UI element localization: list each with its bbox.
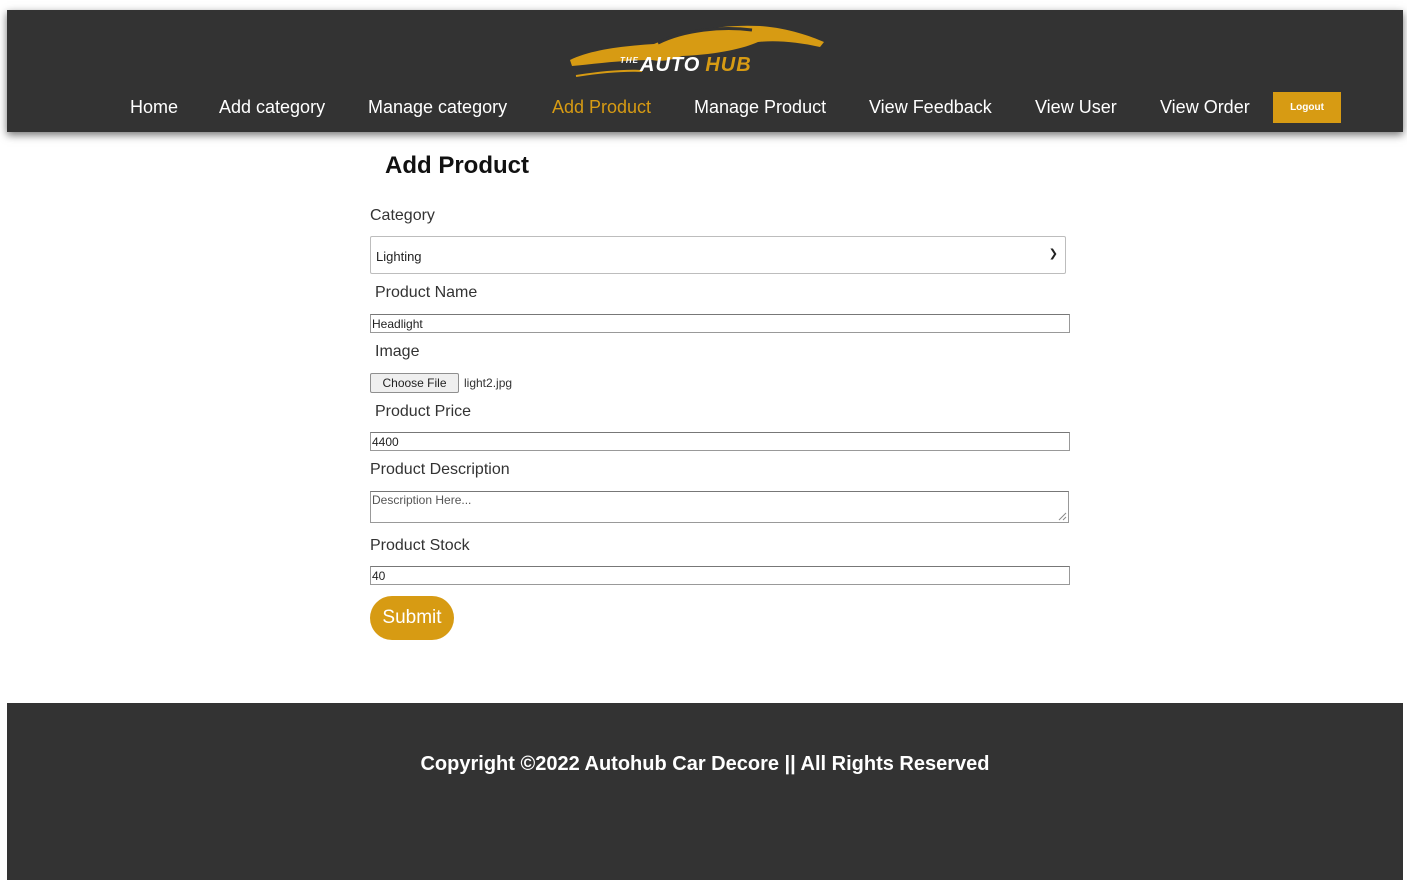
autohub-logo[interactable]: THEAUTO HUB [562, 16, 832, 88]
nav-view-feedback[interactable]: View Feedback [869, 97, 992, 118]
selected-file-name: light2.jpg [464, 376, 513, 390]
stock-label: Product Stock [370, 537, 470, 554]
car-silhouette-icon [570, 25, 824, 77]
logo-text: THEAUTO HUB [620, 54, 752, 77]
nav-view-user[interactable]: View User [1035, 97, 1117, 118]
category-select[interactable]: Lighting ❯ [370, 236, 1066, 274]
image-label: Image [375, 343, 420, 360]
product-name-input[interactable] [370, 314, 1070, 333]
nav-manage-product[interactable]: Manage Product [694, 97, 826, 118]
submit-button[interactable]: Submit [370, 596, 454, 640]
nav-view-order[interactable]: View Order [1160, 97, 1250, 118]
price-input[interactable] [370, 432, 1070, 451]
nav-add-category[interactable]: Add category [219, 97, 325, 118]
chevron-down-icon: ❯ [1048, 248, 1058, 260]
logo-hub: HUB [705, 54, 752, 76]
top-header: THEAUTO HUB Home Add category Manage cat… [7, 10, 1403, 132]
logo-the: THE [620, 56, 639, 65]
resize-grip-icon[interactable] [1058, 512, 1067, 521]
category-label: Category [370, 207, 435, 224]
nav-add-product[interactable]: Add Product [552, 97, 651, 118]
page-title: Add Product [385, 152, 529, 179]
nav-manage-category[interactable]: Manage category [368, 97, 507, 118]
price-label: Product Price [375, 403, 472, 420]
choose-file-button[interactable]: Choose File [370, 373, 459, 393]
footer: Copyright ©2022 Autohub Car Decore || Al… [7, 703, 1403, 880]
logo-auto: AUTO [640, 54, 701, 76]
product-name-label: Product Name [375, 284, 478, 301]
description-label: Product Description [370, 461, 510, 478]
stock-input[interactable] [370, 566, 1070, 585]
description-textarea[interactable] [370, 491, 1069, 523]
nav-home[interactable]: Home [130, 97, 178, 118]
category-selected-value: Lighting [376, 249, 422, 264]
logout-button[interactable]: Logout [1273, 92, 1341, 123]
copyright-text: Copyright ©2022 Autohub Car Decore || Al… [420, 753, 990, 775]
